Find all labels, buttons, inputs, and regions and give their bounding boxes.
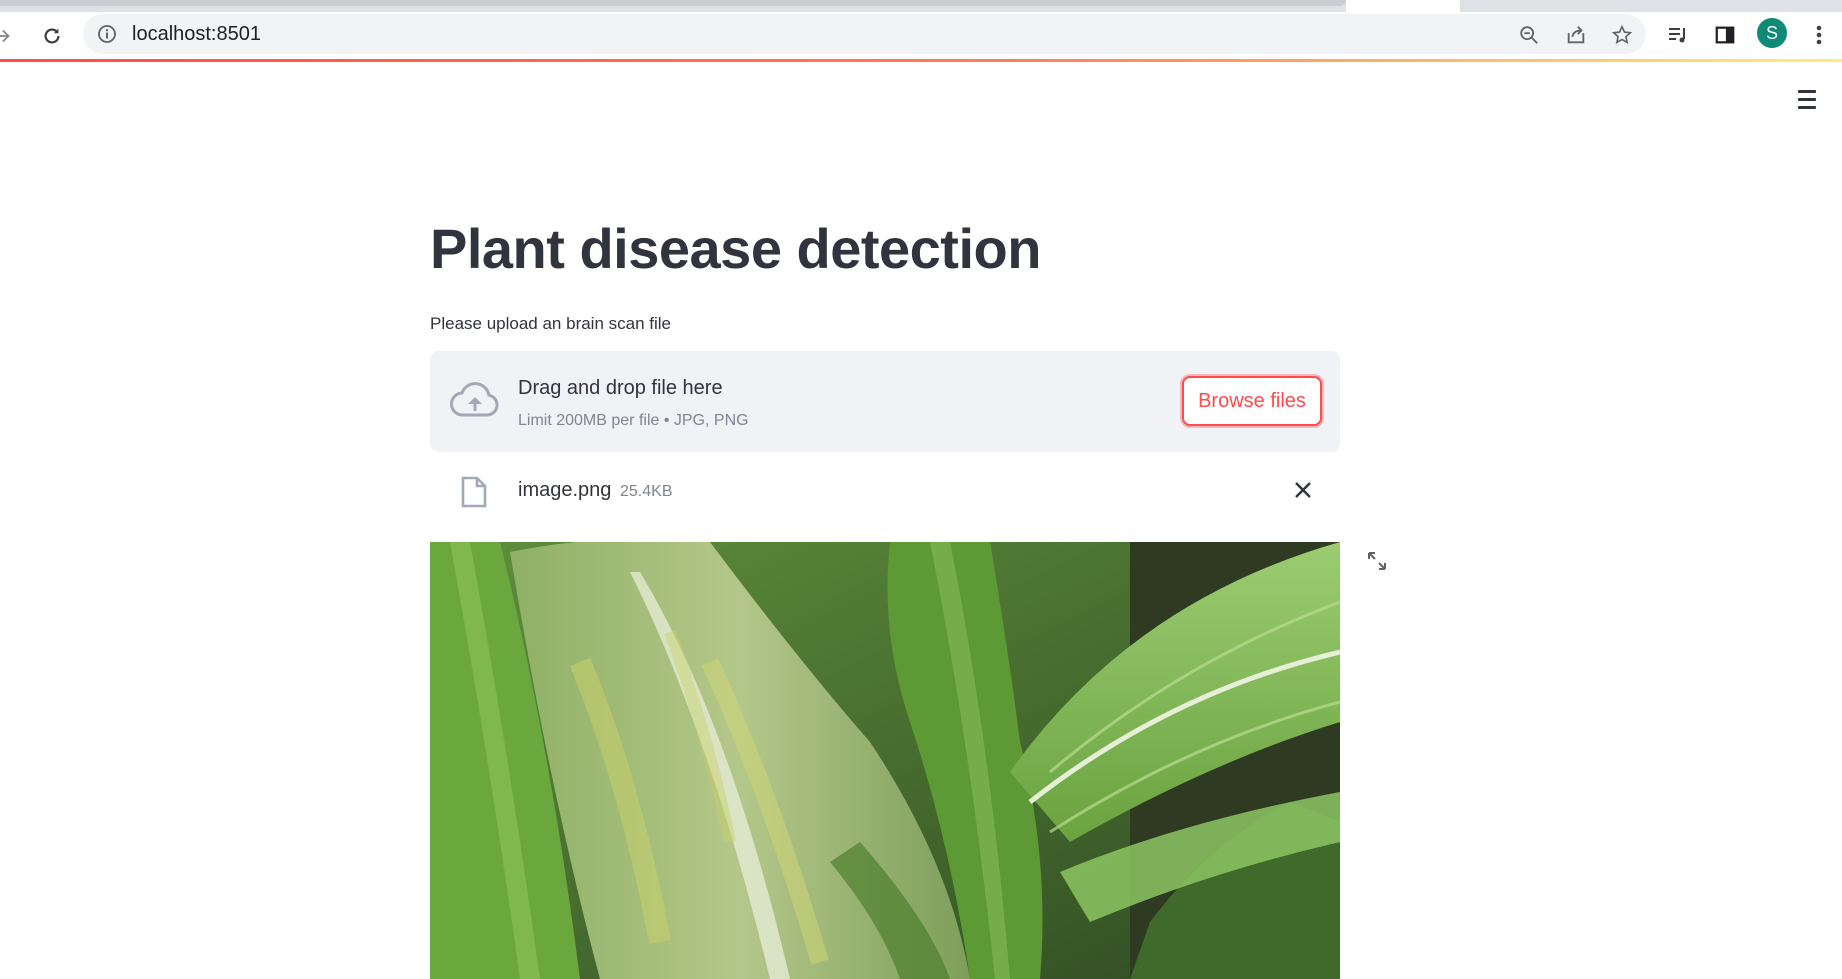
file-dropzone[interactable]: Drag and drop file here Limit 200MB per …	[430, 351, 1340, 452]
dropzone-limit-text: Limit 200MB per file • JPG, PNG	[518, 412, 749, 429]
forward-arrow-icon[interactable]	[0, 20, 18, 52]
uploaded-image	[430, 542, 1340, 979]
active-tab[interactable]	[1346, 0, 1460, 12]
address-bar[interactable]: localhost:8501	[83, 14, 1646, 54]
fullscreen-expand-icon[interactable]	[1364, 548, 1390, 574]
status-decoration-bar	[0, 59, 1842, 62]
bookmark-star-icon[interactable]	[1609, 22, 1635, 48]
file-name: image.png	[518, 479, 612, 501]
media-control-icon[interactable]	[1663, 20, 1693, 50]
browser-toolbar: localhost:8501 S	[0, 12, 1842, 61]
cloud-upload-icon	[450, 381, 500, 424]
file-size: 25.4KB	[620, 483, 673, 500]
remove-file-icon[interactable]	[1291, 478, 1315, 502]
page-title: Plant disease detection	[430, 217, 1041, 280]
tab-strip	[0, 0, 1842, 12]
main-menu-icon[interactable]	[1794, 86, 1820, 112]
uploader-label: Please upload an brain scan file	[430, 314, 671, 333]
browse-files-button[interactable]: Browse files	[1182, 376, 1322, 426]
side-panel-icon[interactable]	[1710, 20, 1740, 50]
url-text[interactable]: localhost:8501	[132, 23, 261, 46]
dropzone-instructions: Drag and drop file here	[518, 377, 723, 399]
uploaded-file-row: image.png 25.4KB	[430, 464, 1340, 514]
site-info-icon[interactable]	[97, 24, 117, 49]
background-tab[interactable]	[0, 0, 1346, 6]
file-icon	[460, 476, 488, 513]
more-menu-icon[interactable]	[1804, 20, 1834, 50]
zoom-icon[interactable]	[1516, 22, 1542, 48]
reload-icon[interactable]	[36, 20, 68, 52]
share-icon[interactable]	[1563, 22, 1589, 48]
profile-avatar[interactable]: S	[1757, 18, 1787, 48]
